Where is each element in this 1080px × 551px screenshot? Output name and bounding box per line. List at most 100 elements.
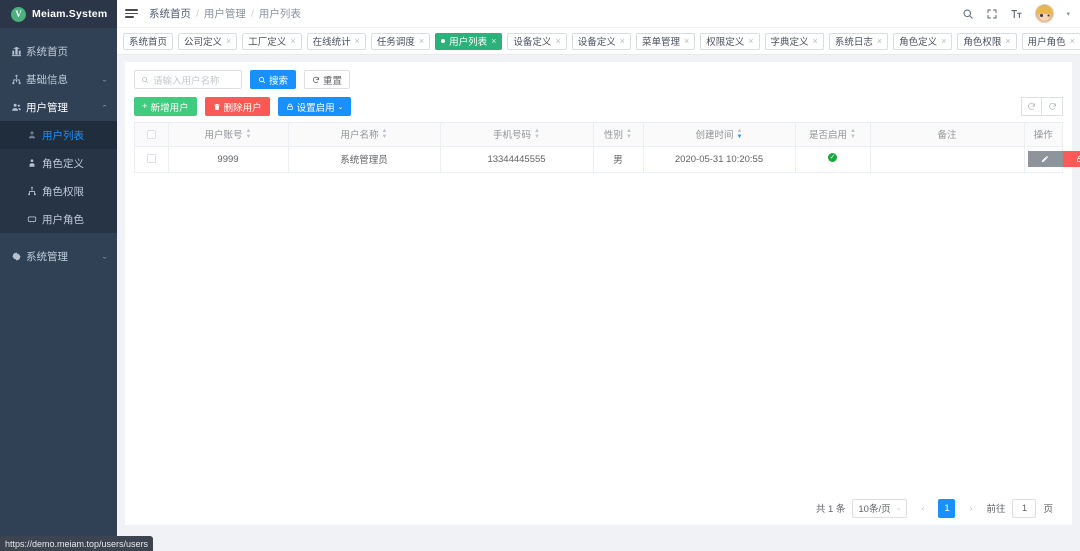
tab-label: 权限定义 — [706, 37, 745, 48]
cell-account: 9999 — [168, 146, 289, 173]
column-header-created[interactable]: 创建时间 ▲ ▼ — [643, 123, 796, 147]
chevron-down-icon[interactable]: ▾ — [1066, 10, 1070, 18]
close-icon[interactable]: × — [226, 36, 231, 46]
column-header-operation-label: 操作 — [1033, 130, 1053, 142]
breadcrumb-separator: / — [196, 7, 199, 20]
column-header-name-label: 用户名称 — [340, 130, 379, 142]
close-icon[interactable]: × — [684, 36, 689, 46]
tab-factory-define[interactable]: 工厂定义 × — [242, 32, 302, 50]
sidebar-item-system-management[interactable]: 系统管理 ⌄ — [0, 242, 117, 270]
sidebar-item-basic-info[interactable]: 基础信息 ⌄ — [0, 65, 117, 93]
breadcrumb-item-user-management[interactable]: 用户管理 — [204, 6, 246, 21]
sidebar-submenu-user-management: 用户列表 角色定义 角色权限 用户角色 — [0, 121, 117, 233]
chevron-down-icon: ⌄ — [337, 103, 344, 111]
sidebar-item-user-role[interactable]: 用户角色 — [0, 205, 117, 233]
tab-device-define-2[interactable]: 设备定义 × — [571, 32, 631, 50]
close-icon[interactable]: × — [355, 36, 360, 46]
close-icon[interactable]: × — [620, 36, 625, 46]
search-icon — [141, 76, 149, 84]
active-dot-icon — [441, 39, 446, 43]
search-icon[interactable] — [962, 8, 974, 20]
tab-task-schedule[interactable]: 任务调度 × — [370, 32, 431, 50]
tab-user-list[interactable]: 用户列表 × — [435, 32, 503, 50]
tab-system-log[interactable]: 系统日志 × — [828, 32, 889, 50]
sort-icon[interactable]: ▲ ▼ — [246, 128, 252, 140]
sidebar-item-user-management[interactable]: 用户管理 ⌃ — [0, 93, 117, 121]
tab-device-define-1[interactable]: 设备定义 × — [507, 32, 567, 50]
tab-home[interactable]: 系统首页 — [123, 32, 174, 50]
tab-company-define[interactable]: 公司定义 × — [178, 32, 238, 50]
column-header-phone[interactable]: 手机号码 ▲ ▼ — [440, 123, 594, 147]
sort-icon-active[interactable]: ▲ ▼ — [737, 128, 743, 140]
edit-row-button[interactable] — [1027, 151, 1063, 167]
app-logo[interactable]: V Meiam.System — [0, 0, 117, 28]
close-icon[interactable]: × — [1070, 36, 1075, 46]
lock-row-button[interactable] — [1062, 151, 1080, 167]
close-icon[interactable]: × — [555, 36, 560, 46]
add-user-button[interactable]: + 新增用户 — [134, 97, 197, 116]
sidebar-collapse-icon[interactable] — [125, 9, 139, 18]
fullscreen-icon[interactable] — [986, 8, 998, 20]
status-badge-enabled — [828, 153, 837, 162]
add-user-button-label: 新增用户 — [150, 102, 189, 114]
close-icon[interactable]: × — [877, 36, 882, 46]
tab-role-permission[interactable]: 角色权限 × — [957, 32, 1017, 50]
close-icon[interactable]: × — [491, 36, 496, 46]
page-size-select[interactable]: 10条/页 ⌄ — [852, 498, 908, 518]
tab-menu-management[interactable]: 菜单管理 × — [635, 32, 696, 50]
close-icon[interactable]: × — [748, 36, 753, 46]
sidebar-item-user-list-label: 用户列表 — [42, 129, 84, 142]
delete-user-button[interactable]: 删除用户 — [204, 97, 270, 116]
tab-dictionary-define[interactable]: 字典定义 × — [764, 32, 824, 50]
column-settings-icon[interactable] — [1042, 97, 1063, 116]
font-size-icon[interactable] — [1010, 8, 1023, 20]
column-header-name[interactable]: 用户名称 ▲ ▼ — [288, 123, 441, 147]
sidebar-item-user-list[interactable]: 用户列表 — [0, 121, 117, 149]
chevron-up-icon: ⌃ — [101, 103, 108, 111]
column-header-enabled[interactable]: 是否启用 ▲ ▼ — [795, 123, 871, 147]
close-icon[interactable]: × — [1005, 36, 1010, 46]
close-icon[interactable]: × — [813, 36, 818, 46]
sidebar-item-role-permission[interactable]: 角色权限 — [0, 177, 117, 205]
reset-button[interactable]: 重置 — [304, 70, 351, 89]
page-number-1[interactable]: 1 — [938, 498, 956, 518]
table-row[interactable]: 9999 系统管理员 13344445555 男 2020-05-31 10:2… — [135, 146, 1080, 173]
sidebar-item-role-define[interactable]: 角色定义 — [0, 149, 117, 177]
search-button[interactable]: 搜索 — [250, 70, 297, 89]
pagination-total: 共 1 条 — [815, 504, 846, 515]
set-enable-dropdown-button[interactable]: 设置启用 ⌄ — [277, 97, 352, 116]
sort-icon[interactable]: ▲ ▼ — [850, 128, 856, 140]
prev-page-button[interactable]: ‹ — [914, 499, 931, 518]
tab-permission-define[interactable]: 权限定义 × — [700, 32, 760, 50]
cell-gender: 男 — [593, 146, 644, 173]
jump-page-input[interactable]: 1 — [1012, 498, 1037, 518]
sort-icon[interactable]: ▲ ▼ — [534, 128, 540, 140]
column-header-phone-label: 手机号码 — [493, 130, 532, 142]
tab-online-stats[interactable]: 在线统计 × — [306, 32, 366, 50]
topbar-actions: ▾ — [962, 4, 1070, 23]
next-page-button[interactable]: › — [962, 499, 979, 518]
sidebar-item-home[interactable]: 系统首页 — [0, 37, 117, 65]
sort-icon[interactable]: ▲ ▼ — [626, 128, 632, 140]
search-input[interactable]: 请输入用户名称 — [134, 70, 242, 89]
cell-name: 系统管理员 — [288, 146, 441, 173]
close-icon[interactable]: × — [419, 36, 424, 46]
cell-remark — [870, 146, 1025, 173]
action-row: + 新增用户 删除用户 设置启用 ⌄ — [134, 97, 1063, 116]
row-checkbox[interactable] — [146, 154, 156, 164]
column-header-remark-label: 备注 — [937, 130, 957, 142]
avatar[interactable] — [1035, 4, 1055, 23]
column-header-gender[interactable]: 性别 ▲ ▼ — [593, 123, 644, 147]
tab-label: 系统首页 — [129, 37, 168, 48]
refresh-icon[interactable] — [1021, 97, 1042, 116]
select-all-checkbox[interactable] — [146, 129, 156, 139]
tab-role-define[interactable]: 角色定义 × — [893, 32, 953, 50]
tab-user-role[interactable]: 用户角色 × — [1021, 32, 1080, 50]
column-header-account[interactable]: 用户账号 ▲ ▼ — [168, 123, 289, 147]
sort-icon[interactable]: ▲ ▼ — [382, 128, 388, 140]
tab-label: 菜单管理 — [641, 37, 680, 48]
close-icon[interactable]: × — [941, 36, 946, 46]
breadcrumb-item-user-list[interactable]: 用户列表 — [259, 6, 301, 21]
close-icon[interactable]: × — [290, 36, 295, 46]
tab-label: 设备定义 — [513, 37, 552, 48]
